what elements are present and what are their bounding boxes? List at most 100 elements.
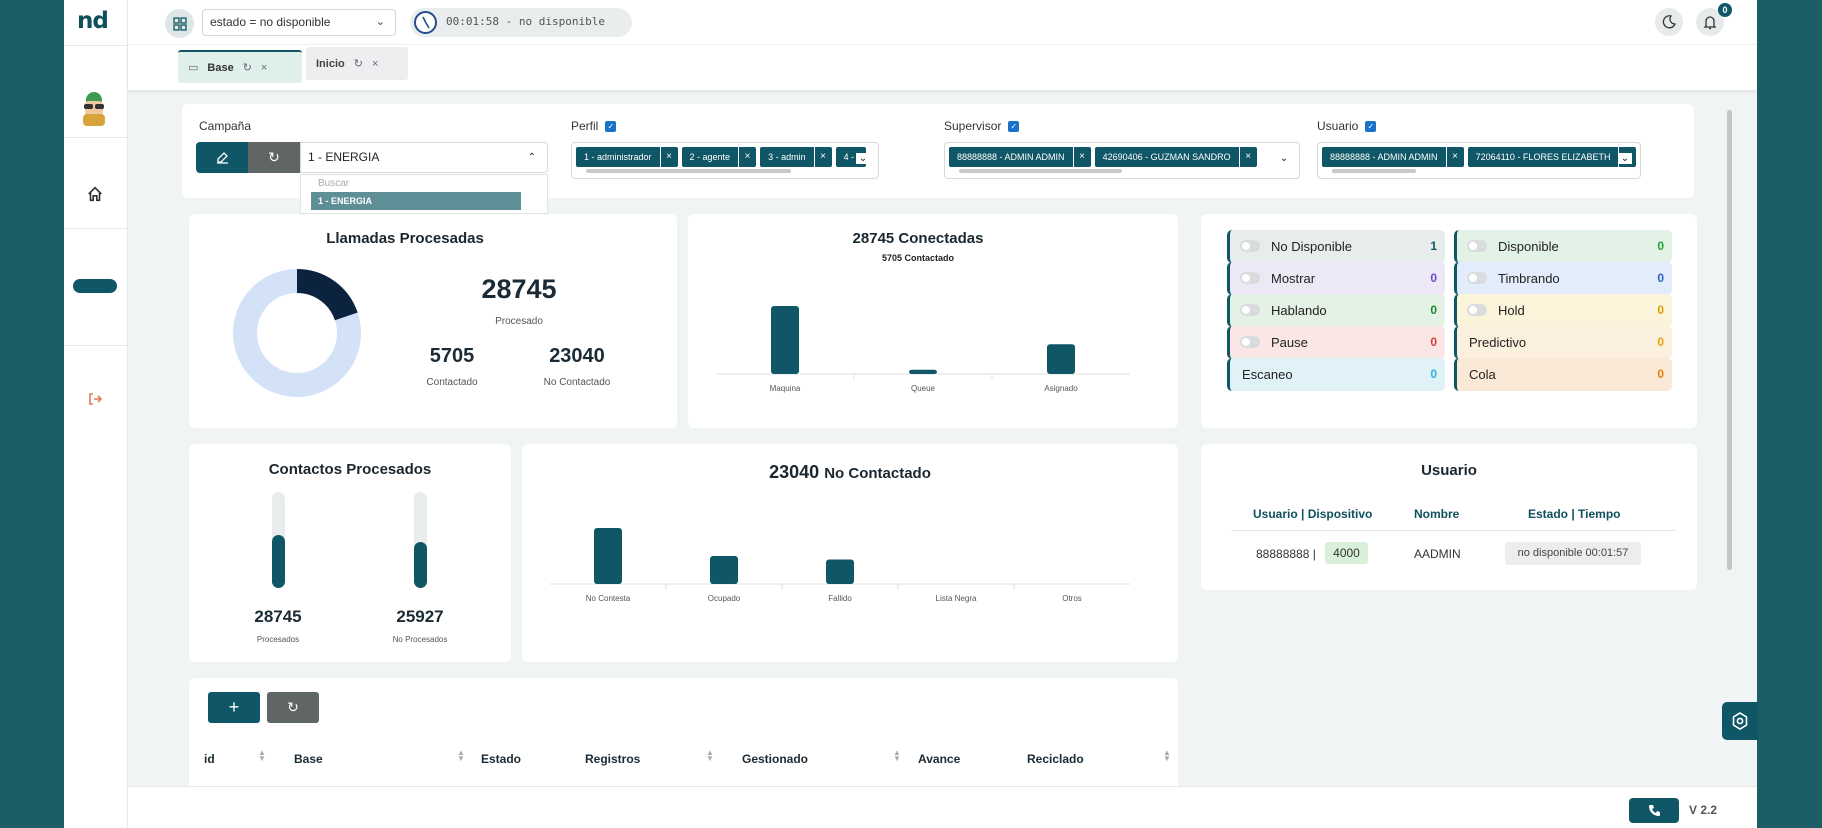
bar-ocupado bbox=[710, 556, 738, 584]
tab-base[interactable]: ▭ Base ↻ × bbox=[178, 50, 302, 83]
sort-icon[interactable]: ▲ ▼ bbox=[457, 749, 465, 763]
procesado-label: Procesado bbox=[495, 316, 543, 327]
sort-icon[interactable]: ▲ ▼ bbox=[1163, 749, 1171, 763]
estado-card-hold[interactable]: Hold 0 bbox=[1454, 294, 1672, 327]
procesados-label: Procesados bbox=[256, 635, 300, 644]
refresh-bases-button[interactable]: ↻ bbox=[267, 692, 319, 723]
column-gestionado[interactable]: Gestionado bbox=[742, 752, 808, 766]
sort-icon[interactable]: ▲ ▼ bbox=[893, 749, 901, 763]
apps-grid-button[interactable] bbox=[165, 9, 194, 38]
remove-chip-icon[interactable]: × bbox=[738, 147, 756, 167]
logout-icon[interactable] bbox=[87, 391, 103, 407]
usuario-card-title: Usuario bbox=[1421, 462, 1477, 479]
perfil-multiselect[interactable]: 1 - administrador × 2 - agente × 3 - admin… bbox=[571, 142, 879, 179]
estado-card-escaneo[interactable]: Escaneo 0 bbox=[1227, 358, 1445, 391]
bar-no-contesta bbox=[594, 528, 622, 584]
sort-icon[interactable]: ▲ ▼ bbox=[706, 749, 714, 763]
settings-button[interactable] bbox=[1722, 702, 1758, 740]
remove-chip-icon[interactable]: × bbox=[1445, 147, 1464, 167]
user-avatar[interactable] bbox=[79, 92, 109, 128]
reload-icon[interactable]: ↻ bbox=[354, 57, 363, 70]
toggle-switch[interactable] bbox=[1240, 272, 1260, 284]
usuario-scrollbar[interactable] bbox=[1332, 169, 1416, 173]
estado-label: Hold bbox=[1498, 303, 1525, 318]
estado-card-pause[interactable]: Pause 0 bbox=[1227, 326, 1445, 359]
reload-icon[interactable]: ↻ bbox=[243, 61, 252, 74]
toggle-switch[interactable] bbox=[1240, 304, 1260, 316]
tick-label: Otros bbox=[1062, 594, 1082, 603]
remove-chip-icon[interactable]: × bbox=[813, 147, 832, 167]
estado-card-timbrando[interactable]: Timbrando 0 bbox=[1454, 262, 1672, 295]
estado-card-disponible[interactable]: Disponible 0 bbox=[1454, 230, 1672, 263]
call-button[interactable] bbox=[1629, 798, 1679, 823]
contactos-card: Contactos Procesados 28745 Procesados 25… bbox=[189, 444, 511, 662]
bases-card: + ↻ bbox=[189, 678, 1178, 798]
contactado-label: Contactado bbox=[426, 377, 478, 388]
page-scrollbar[interactable] bbox=[1727, 110, 1732, 570]
grid-icon bbox=[172, 16, 187, 31]
tab-inicio[interactable]: Inicio ↻ × bbox=[306, 47, 408, 80]
llamadas-title: Llamadas Procesadas bbox=[326, 230, 484, 247]
campaign-select[interactable]: 1 - ENERGIA ⌃ bbox=[300, 142, 548, 173]
header-nombre: Nombre bbox=[1414, 507, 1460, 521]
usuario-checkbox[interactable]: ✓ bbox=[1365, 120, 1377, 132]
estado-count: 0 bbox=[1657, 303, 1664, 317]
close-icon[interactable]: × bbox=[372, 58, 378, 70]
app-logo[interactable]: nd bbox=[77, 8, 109, 34]
chevron-down-icon: ⌄ bbox=[1618, 153, 1632, 164]
edit-icon bbox=[216, 152, 228, 164]
supervisor-scrollbar[interactable] bbox=[959, 169, 1122, 173]
toggle-switch[interactable] bbox=[1467, 272, 1487, 284]
perfil-scrollbar[interactable] bbox=[586, 169, 791, 173]
remove-chip-icon[interactable]: × bbox=[1072, 147, 1091, 167]
procesado-value: 28745 bbox=[481, 274, 557, 304]
remove-chip-icon[interactable]: × bbox=[1238, 147, 1257, 167]
toggle-switch[interactable] bbox=[1467, 240, 1487, 252]
column-avance[interactable]: Avance bbox=[918, 752, 960, 766]
estado-count: 0 bbox=[1657, 239, 1664, 253]
edit-campaign-button[interactable] bbox=[196, 142, 248, 173]
add-base-button[interactable]: + bbox=[208, 692, 260, 723]
estado-label: Disponible bbox=[1498, 239, 1559, 254]
estado-card-cola[interactable]: Cola 0 bbox=[1454, 358, 1672, 391]
tab-inicio-label: Inicio bbox=[316, 57, 345, 70]
perfil-chip: 3 - admin × bbox=[760, 147, 832, 167]
remove-chip-icon[interactable]: × bbox=[659, 147, 678, 167]
column-reciclado[interactable]: Reciclado bbox=[1027, 752, 1084, 766]
tick-label: No Contesta bbox=[586, 594, 631, 603]
estado-card-no-disponible[interactable]: No Disponible 1 bbox=[1227, 230, 1445, 263]
estado-card-hablando[interactable]: Hablando 0 bbox=[1227, 294, 1445, 327]
estado-label: Cola bbox=[1469, 367, 1496, 382]
column-base[interactable]: Base bbox=[294, 752, 323, 766]
toggle-switch[interactable] bbox=[1467, 304, 1487, 316]
column-estado[interactable]: Estado bbox=[481, 752, 521, 766]
home-icon[interactable] bbox=[86, 185, 104, 203]
bar-fallido bbox=[826, 559, 854, 584]
estado-card-mostrar[interactable]: Mostrar 0 bbox=[1227, 262, 1445, 295]
column-registros[interactable]: Registros bbox=[585, 752, 640, 766]
campaign-option[interactable]: 1 - ENERGIA bbox=[311, 192, 521, 210]
estado-card-predictivo[interactable]: Predictivo 0 bbox=[1454, 326, 1672, 359]
status-select[interactable]: estado = no disponible ⌄ bbox=[202, 9, 396, 36]
filters-panel: Campaña ↻ 1 - ENERGIA ⌃ Buscar 1 - ENERG… bbox=[182, 104, 1694, 214]
sort-icon[interactable]: ▲ ▼ bbox=[258, 749, 266, 763]
notification-badge: 0 bbox=[1718, 3, 1732, 17]
usuario-multiselect[interactable]: 88888888 - ADMIN ADMIN × 72064110 - FLORE… bbox=[1317, 142, 1641, 179]
estado-label: Escaneo bbox=[1242, 367, 1293, 382]
campaign-label: Campaña bbox=[199, 119, 252, 133]
no-contactado-value: 23040 bbox=[549, 345, 605, 367]
campaign-search-input[interactable]: Buscar bbox=[318, 178, 349, 189]
llamadas-card: Llamadas Procesadas 28745 Procesado 5705… bbox=[189, 214, 677, 428]
perfil-checkbox[interactable]: ✓ bbox=[605, 120, 617, 132]
estado-label: Timbrando bbox=[1498, 271, 1560, 286]
sidebar-active-pill[interactable] bbox=[73, 279, 117, 293]
supervisor-checkbox[interactable]: ✓ bbox=[1008, 120, 1020, 132]
toggle-switch[interactable] bbox=[1240, 336, 1260, 348]
close-icon[interactable]: × bbox=[261, 62, 267, 74]
toggle-switch[interactable] bbox=[1240, 240, 1260, 252]
refresh-campaign-button[interactable]: ↻ bbox=[248, 142, 300, 173]
supervisor-multiselect[interactable]: 88888888 - ADMIN ADMIN × 42690406 - GUZMA… bbox=[944, 142, 1300, 179]
column-id[interactable]: id bbox=[204, 752, 215, 766]
estado-count: 0 bbox=[1430, 367, 1437, 381]
theme-toggle-button[interactable] bbox=[1655, 8, 1683, 36]
